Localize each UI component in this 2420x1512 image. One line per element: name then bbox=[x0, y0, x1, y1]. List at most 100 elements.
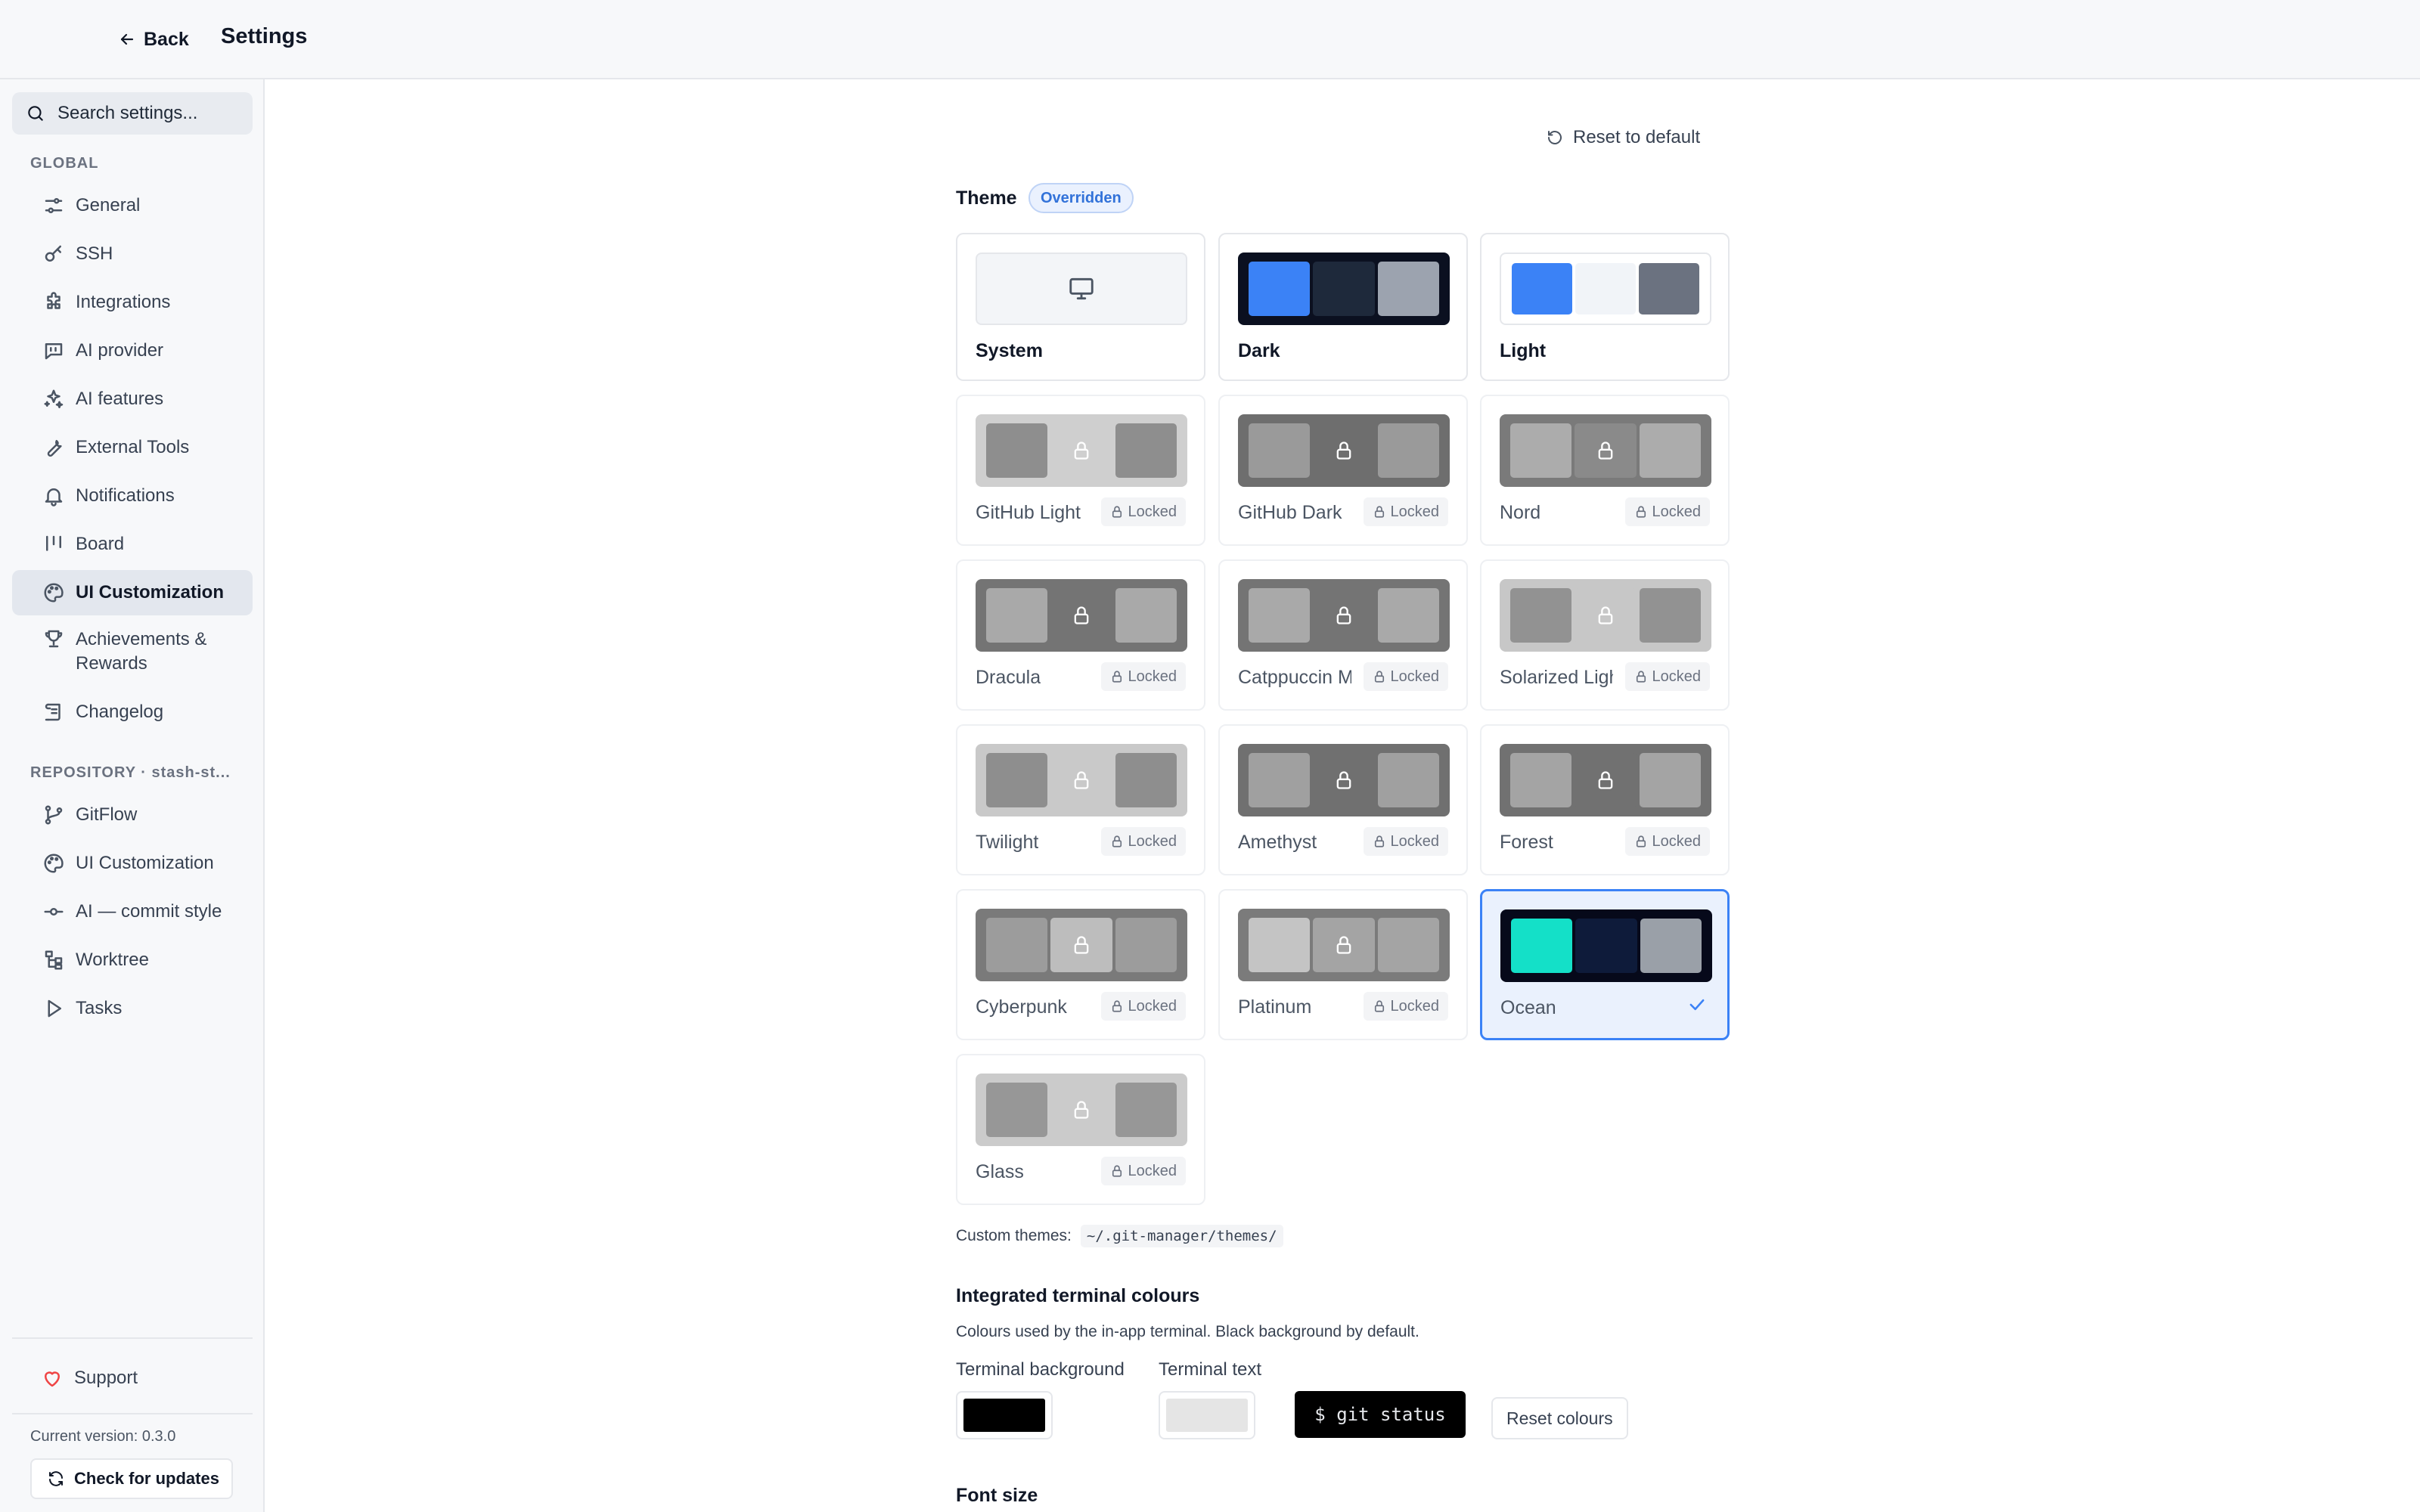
sidebar-item-worktree[interactable]: Worktree bbox=[12, 937, 253, 983]
search-icon bbox=[26, 104, 45, 123]
sidebar-item-achievements-rewards[interactable]: Achievements & Rewards bbox=[12, 618, 253, 682]
lock-icon bbox=[1634, 835, 1648, 848]
version-text: Current version: 0.3.0 bbox=[30, 1428, 176, 1445]
sidebar-item-label: Notifications bbox=[76, 485, 175, 506]
sidebar-item-label: Integrations bbox=[76, 292, 171, 312]
theme-preview bbox=[1500, 579, 1711, 652]
sidebar-item-ai-provider[interactable]: AI provider bbox=[12, 328, 253, 373]
theme-name: GitHub Dark bbox=[1238, 502, 1342, 523]
theme-card-github-light: GitHub Light Locked bbox=[956, 395, 1205, 546]
theme-color-swatch bbox=[1249, 423, 1311, 478]
locked-label: Locked bbox=[1128, 503, 1177, 520]
terminal-bg-color-picker[interactable] bbox=[956, 1391, 1053, 1439]
support-label: Support bbox=[74, 1368, 138, 1388]
theme-preview bbox=[976, 414, 1187, 487]
theme-name: GitHub Light bbox=[976, 502, 1081, 523]
sidebar-item-board[interactable]: Board bbox=[12, 522, 253, 567]
lock-icon bbox=[1373, 670, 1386, 683]
locked-label: Locked bbox=[1128, 997, 1177, 1015]
sidebar-item-label: External Tools bbox=[76, 437, 190, 457]
theme-color-swatch bbox=[1115, 423, 1177, 478]
theme-name: Light bbox=[1500, 340, 1547, 361]
locked-label: Locked bbox=[1390, 832, 1440, 850]
reset-to-default-button[interactable]: Reset to default bbox=[1546, 124, 1700, 151]
reset-colours-button[interactable]: Reset colours bbox=[1491, 1397, 1628, 1439]
lock-icon bbox=[1313, 753, 1375, 807]
theme-card-ocean[interactable]: Ocean bbox=[1480, 889, 1730, 1040]
sidebar-item-ai-features[interactable]: AI features bbox=[12, 376, 253, 422]
lock-icon bbox=[1373, 505, 1386, 519]
theme-color-swatch bbox=[1377, 753, 1439, 807]
theme-name: Amethyst bbox=[1238, 832, 1317, 853]
theme-color-swatch bbox=[1512, 263, 1572, 314]
scroll-icon bbox=[42, 701, 65, 723]
theme-name: Platinum bbox=[1238, 996, 1312, 1018]
reset-default-label: Reset to default bbox=[1573, 127, 1701, 147]
sidebar-item-ui-customization[interactable]: UI Customization bbox=[12, 570, 253, 615]
sidebar-item-notifications[interactable]: Notifications bbox=[12, 473, 253, 519]
lock-icon bbox=[1313, 588, 1375, 643]
theme-card-dracula: Dracula Locked bbox=[956, 559, 1205, 711]
sliders-icon bbox=[42, 194, 65, 217]
check-updates-button[interactable]: Check for updates bbox=[30, 1458, 233, 1499]
custom-themes-path: ~/.git-manager/themes/ bbox=[1080, 1225, 1283, 1247]
sidebar-item-changelog[interactable]: Changelog bbox=[12, 689, 253, 735]
sidebar-item-label: AI features bbox=[76, 389, 164, 409]
theme-color-swatch bbox=[1249, 262, 1311, 316]
sidebar-item-gitflow[interactable]: GitFlow bbox=[12, 792, 253, 838]
board-icon bbox=[42, 533, 65, 556]
theme-card-github-dark: GitHub Dark Locked bbox=[1218, 395, 1468, 546]
search-input[interactable]: Search settings... bbox=[12, 92, 253, 135]
theme-color-swatch bbox=[986, 753, 1048, 807]
theme-card-glass: Glass Locked bbox=[956, 1054, 1205, 1205]
theme-card-system[interactable]: System bbox=[956, 233, 1205, 381]
sidebar-item-ssh[interactable]: SSH bbox=[12, 231, 253, 277]
lock-icon bbox=[1634, 505, 1648, 519]
sidebar-item-integrations[interactable]: Integrations bbox=[12, 280, 253, 325]
locked-badge: Locked bbox=[1624, 662, 1710, 691]
sidebar-item-external-tools[interactable]: External Tools bbox=[12, 425, 253, 470]
monitor-icon bbox=[1067, 274, 1096, 303]
theme-name: Nord bbox=[1500, 502, 1541, 523]
custom-themes-label: Custom themes: bbox=[956, 1227, 1072, 1244]
rotate-ccw-icon bbox=[1546, 129, 1564, 147]
locked-badge: Locked bbox=[1100, 827, 1186, 856]
sidebar-item-label: SSH bbox=[76, 243, 113, 264]
theme-color-swatch bbox=[1640, 919, 1702, 973]
lock-icon bbox=[1373, 835, 1386, 848]
sidebar-item-ai-commit-style[interactable]: AI — commit style bbox=[12, 889, 253, 934]
theme-card-light[interactable]: Light bbox=[1480, 233, 1730, 381]
theme-color-swatch bbox=[986, 423, 1048, 478]
back-button[interactable]: Back bbox=[118, 23, 189, 56]
support-link[interactable]: Support bbox=[12, 1356, 253, 1401]
theme-name: System bbox=[976, 340, 1043, 361]
sidebar-item-label: General bbox=[76, 195, 141, 215]
locked-label: Locked bbox=[1652, 503, 1702, 520]
terminal-colours-heading: Integrated terminal colours bbox=[956, 1285, 1200, 1306]
locked-badge: Locked bbox=[1624, 497, 1710, 526]
sidebar-item-label: Achievements & Rewards bbox=[76, 629, 207, 674]
locked-badge: Locked bbox=[1363, 662, 1448, 691]
terminal-text-color-picker[interactable] bbox=[1159, 1391, 1255, 1439]
page-title: Settings bbox=[221, 24, 308, 48]
theme-color-swatch bbox=[1313, 262, 1375, 316]
theme-preview bbox=[976, 1074, 1187, 1146]
refresh-icon bbox=[47, 1470, 65, 1488]
theme-card-solarized-light: Solarized Light Locked bbox=[1480, 559, 1730, 711]
font-size-heading: Font size bbox=[956, 1485, 1038, 1506]
palette-icon bbox=[42, 581, 65, 604]
terminal-bg-color-fill bbox=[963, 1399, 1045, 1432]
theme-card-dark[interactable]: Dark bbox=[1218, 233, 1468, 381]
theme-color-swatch bbox=[1377, 262, 1439, 316]
lock-icon bbox=[1050, 423, 1112, 478]
terminal-text-color-fill bbox=[1166, 1399, 1248, 1432]
check-icon bbox=[1686, 994, 1708, 1015]
theme-color-swatch bbox=[1249, 588, 1311, 643]
sidebar-item-label: UI Customization bbox=[76, 582, 224, 603]
sidebar-item-tasks[interactable]: Tasks bbox=[12, 986, 253, 1031]
theme-color-swatch bbox=[1115, 918, 1177, 972]
sidebar-item-ui-customization[interactable]: UI Customization bbox=[12, 841, 253, 886]
theme-name: Dark bbox=[1238, 340, 1280, 361]
sidebar-item-general[interactable]: General bbox=[12, 183, 253, 228]
theme-color-swatch bbox=[1511, 919, 1573, 973]
